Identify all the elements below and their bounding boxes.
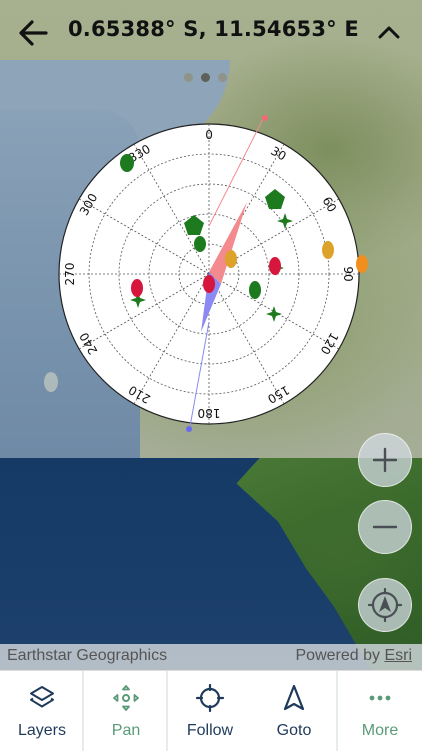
satellite-skyplot: 0306090120150180210240270300330 (58, 114, 368, 433)
nav-label: Layers (17, 722, 67, 739)
page-dot[interactable] (184, 73, 193, 82)
crosshair-icon (195, 683, 225, 713)
nav-label: More (361, 722, 399, 739)
compass-south-tip (186, 426, 192, 432)
satellite-marker-orange (225, 250, 237, 268)
azimuth-label: 90 (341, 266, 355, 281)
navigation-arrow-icon (283, 684, 305, 711)
satellite-marker-green (120, 154, 134, 172)
azimuth-label: 270 (63, 263, 77, 286)
satellite-marker-red (131, 279, 143, 297)
plus-icon (372, 447, 398, 473)
back-arrow-icon[interactable] (16, 16, 50, 50)
zoom-out-button[interactable] (358, 500, 412, 554)
page-dot-active[interactable] (201, 73, 210, 82)
nav-more[interactable]: More (336, 671, 422, 751)
nav-layers[interactable]: Layers (0, 671, 84, 751)
layers-icon (30, 686, 54, 708)
satellite-marker-red (269, 257, 281, 275)
coordinates-title: 0.65388° S, 11.54653° E (68, 17, 359, 41)
nav-label: Follow (186, 722, 234, 739)
nav-follow[interactable]: Follow (168, 671, 252, 751)
attribution-prefix: Powered by (295, 647, 385, 664)
satellite-marker-orange (356, 255, 368, 273)
more-dots-icon (369, 695, 391, 701)
esri-link[interactable]: Esri (384, 647, 412, 664)
nav-label: Pan (111, 722, 141, 739)
satellite-marker-orange (322, 241, 334, 259)
zoom-in-button[interactable] (358, 433, 412, 487)
chevron-up-icon[interactable] (375, 19, 403, 47)
attribution-source: Earthstar Geographics (7, 647, 168, 664)
minus-icon (372, 525, 398, 529)
top-bar: 0.65388° S, 11.54653° E (0, 0, 422, 64)
locate-button[interactable] (358, 578, 412, 632)
azimuth-label: 180 (198, 406, 221, 420)
satellite-marker-red (203, 275, 215, 293)
bottom-navigation: Layers Pan Follow Goto More (0, 670, 422, 751)
nav-goto[interactable]: Goto (252, 671, 336, 751)
satellite-marker-green (249, 281, 261, 299)
nav-label: Goto (276, 722, 312, 739)
satellite-marker-green (194, 236, 206, 252)
page-indicator (184, 73, 227, 82)
attribution-powered-by: Powered by Esri (296, 647, 413, 665)
map-attribution: Earthstar Geographics Powered by Esri (0, 644, 422, 670)
azimuth-label: 0 (205, 128, 213, 142)
nav-pan[interactable]: Pan (84, 671, 168, 751)
pan-icon (113, 685, 139, 711)
compass-locate-icon (367, 587, 403, 623)
page-dot[interactable] (218, 73, 227, 82)
